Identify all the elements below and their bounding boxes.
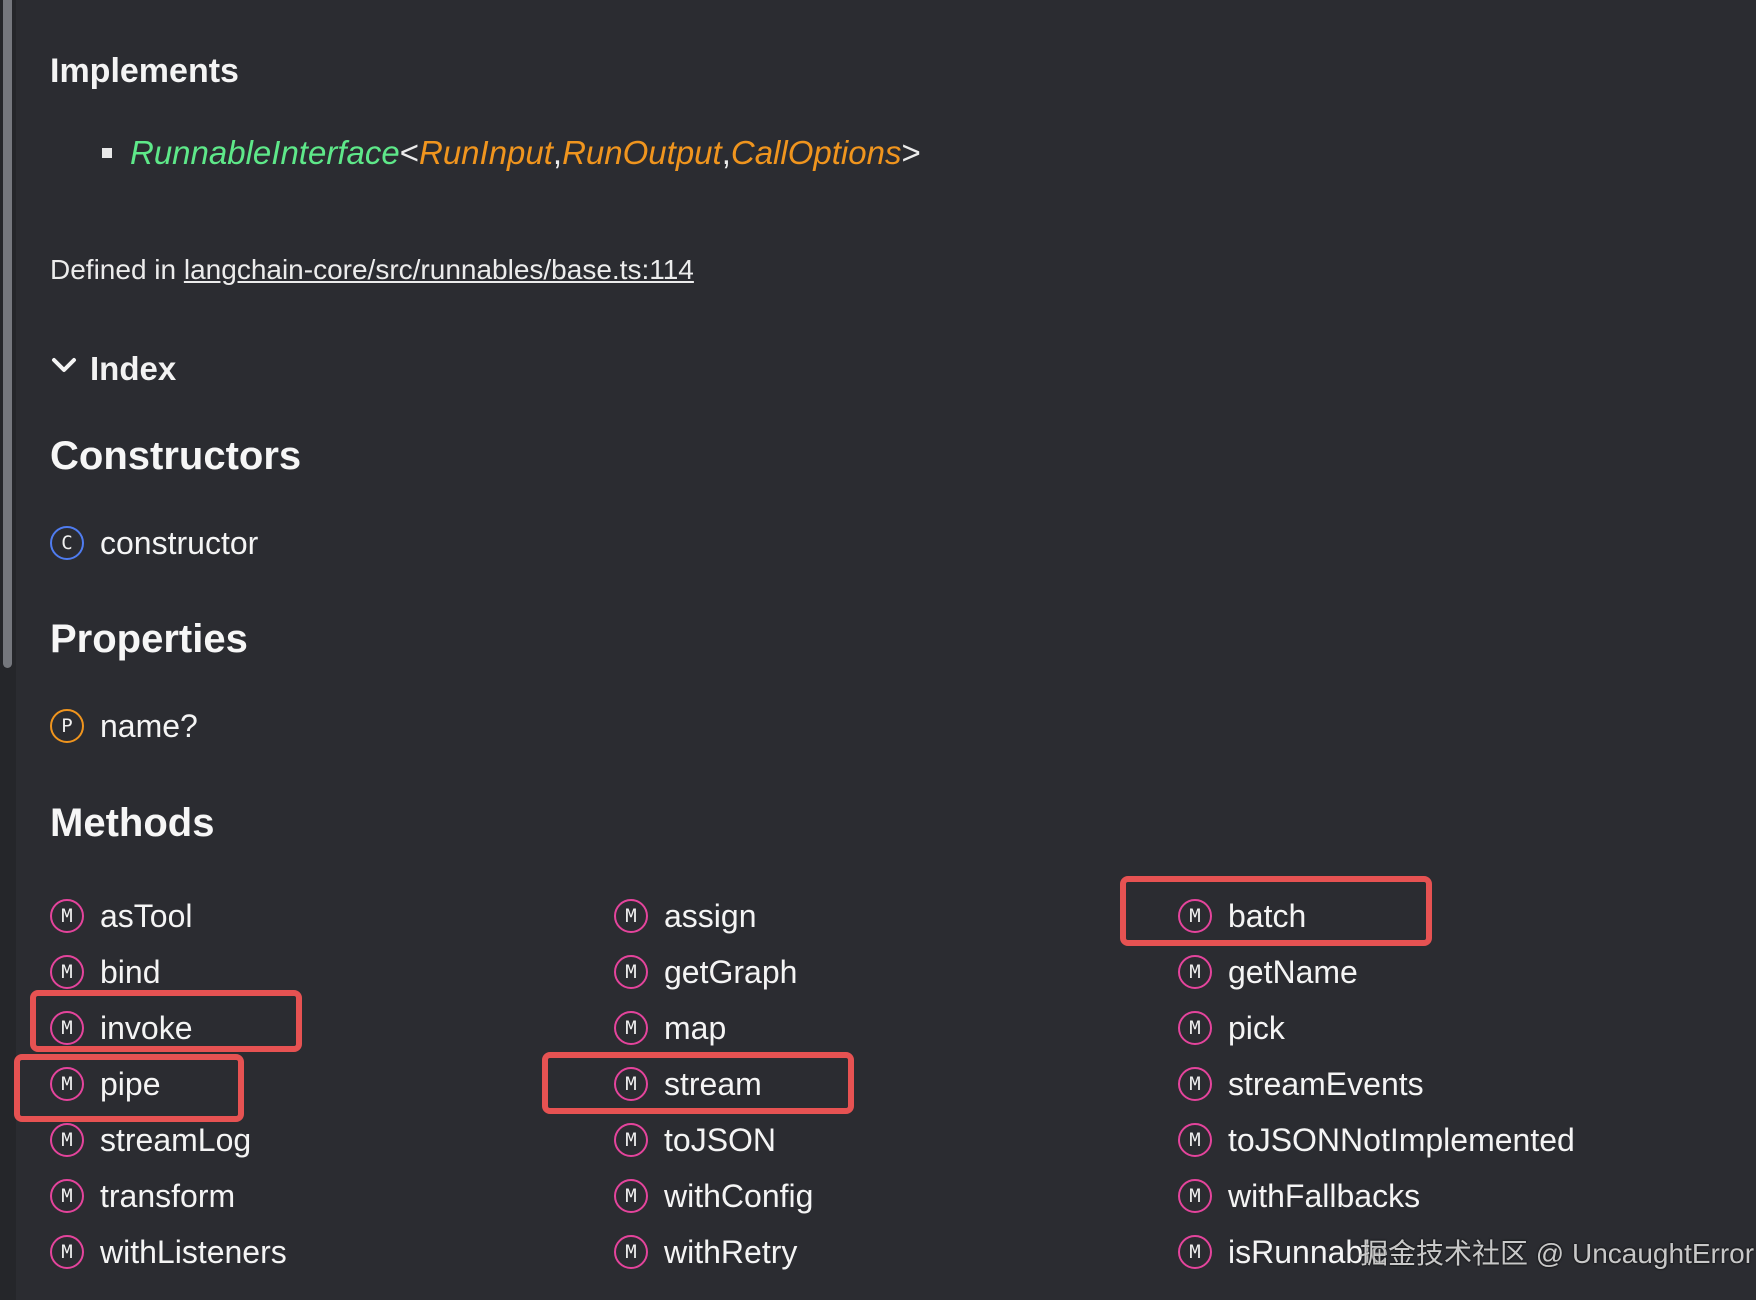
method-kind-icon: M: [614, 1179, 648, 1213]
method-kind-icon: M: [50, 955, 84, 989]
method-withlisteners[interactable]: MwithListeners: [50, 1230, 287, 1274]
highlight-box-invoke: [30, 990, 302, 1052]
method-label: asTool: [100, 897, 193, 934]
method-kind-icon: M: [614, 955, 648, 989]
method-label: withListeners: [100, 1233, 287, 1270]
method-tojson[interactable]: MtoJSON: [614, 1118, 776, 1162]
type-separator: ,: [552, 134, 563, 171]
index-label: Index: [90, 350, 177, 387]
method-getname[interactable]: MgetName: [1178, 950, 1358, 994]
method-assign[interactable]: Massign: [614, 894, 757, 938]
property-name-link[interactable]: P name?: [50, 704, 198, 748]
method-kind-icon: M: [50, 1123, 84, 1157]
method-astool[interactable]: MasTool: [50, 894, 193, 938]
method-isrunnable[interactable]: MisRunnable: [1178, 1230, 1388, 1274]
constructor-kind-icon: C: [50, 526, 84, 560]
method-kind-icon: M: [614, 1011, 648, 1045]
method-kind-icon: M: [1178, 1067, 1212, 1101]
method-label: withFallbacks: [1228, 1177, 1421, 1214]
implements-item: RunnableInterface < RunInput, RunOutput, C…: [102, 134, 921, 172]
highlight-box-stream: [542, 1052, 854, 1114]
method-transform[interactable]: Mtransform: [50, 1174, 235, 1218]
method-label: transform: [100, 1177, 236, 1214]
method-label: assign: [664, 897, 757, 934]
watermark: 掘金技术社区 @ UncaughtError: [1360, 1238, 1755, 1269]
method-bind[interactable]: Mbind: [50, 950, 161, 994]
method-tojsonnotimplemented[interactable]: MtoJSONNotImplemented: [1178, 1118, 1575, 1162]
type-param-runinput: RunInput: [418, 134, 553, 171]
constructors-heading: Constructors: [50, 434, 302, 478]
type-close-bracket: >: [901, 134, 921, 171]
method-label: pick: [1228, 1009, 1285, 1046]
method-withfallbacks[interactable]: MwithFallbacks: [1178, 1174, 1420, 1218]
interface-link[interactable]: RunnableInterface: [130, 134, 400, 172]
method-label: toJSONNotImplemented: [1228, 1121, 1575, 1158]
method-label: withConfig: [664, 1177, 814, 1214]
defined-in-prefix: Defined in: [50, 254, 184, 285]
method-kind-icon: M: [1178, 1123, 1212, 1157]
properties-heading: Properties: [50, 617, 248, 661]
method-label: withRetry: [664, 1233, 798, 1270]
implements-list: RunnableInterface < RunInput, RunOutput, C…: [102, 134, 921, 172]
chevron-down-icon: [52, 358, 76, 372]
constructor-label: constructor: [100, 524, 259, 561]
constructor-link[interactable]: C constructor: [50, 521, 258, 565]
method-kind-icon: M: [614, 1235, 648, 1269]
method-kind-icon: M: [1178, 955, 1212, 989]
type-param-calloptions: CallOptions: [730, 134, 902, 171]
property-label: name?: [100, 707, 198, 744]
index-toggle[interactable]: Index: [50, 350, 176, 388]
method-kind-icon: M: [50, 1179, 84, 1213]
method-kind-icon: M: [50, 1235, 84, 1269]
implements-heading: Implements: [50, 52, 239, 90]
method-label: streamEvents: [1228, 1065, 1424, 1102]
property-kind-icon: P: [50, 709, 84, 743]
scrollbar-thumb[interactable]: [3, 0, 12, 668]
method-label: map: [664, 1009, 727, 1046]
method-streamevents[interactable]: MstreamEvents: [1178, 1062, 1424, 1106]
defined-in: Defined in langchain-core/src/runnables/…: [50, 254, 694, 286]
method-kind-icon: M: [50, 899, 84, 933]
method-label: getGraph: [664, 953, 798, 990]
highlight-box-batch: [1120, 876, 1432, 946]
method-kind-icon: M: [614, 899, 648, 933]
highlight-box-pipe: [14, 1054, 244, 1122]
type-separator: ,: [721, 134, 731, 171]
type-param-runoutput: RunOutput: [562, 134, 722, 171]
method-label: bind: [100, 953, 161, 990]
method-kind-icon: M: [1178, 1011, 1212, 1045]
method-kind-icon: M: [1178, 1179, 1212, 1213]
method-getgraph[interactable]: MgetGraph: [614, 950, 797, 994]
method-kind-icon: M: [1178, 1235, 1212, 1269]
methods-heading: Methods: [50, 801, 215, 845]
square-bullet-icon: [102, 148, 112, 158]
method-label: streamLog: [100, 1121, 252, 1158]
method-withretry[interactable]: MwithRetry: [614, 1230, 797, 1274]
method-label: getName: [1228, 953, 1358, 990]
method-streamlog[interactable]: MstreamLog: [50, 1118, 251, 1162]
method-map[interactable]: Mmap: [614, 1006, 726, 1050]
method-label: toJSON: [664, 1121, 777, 1158]
method-kind-icon: M: [614, 1123, 648, 1157]
method-withconfig[interactable]: MwithConfig: [614, 1174, 813, 1218]
type-open-bracket: <: [399, 134, 419, 171]
source-link[interactable]: langchain-core/src/runnables/base.ts:114: [184, 254, 694, 285]
method-pick[interactable]: Mpick: [1178, 1006, 1285, 1050]
